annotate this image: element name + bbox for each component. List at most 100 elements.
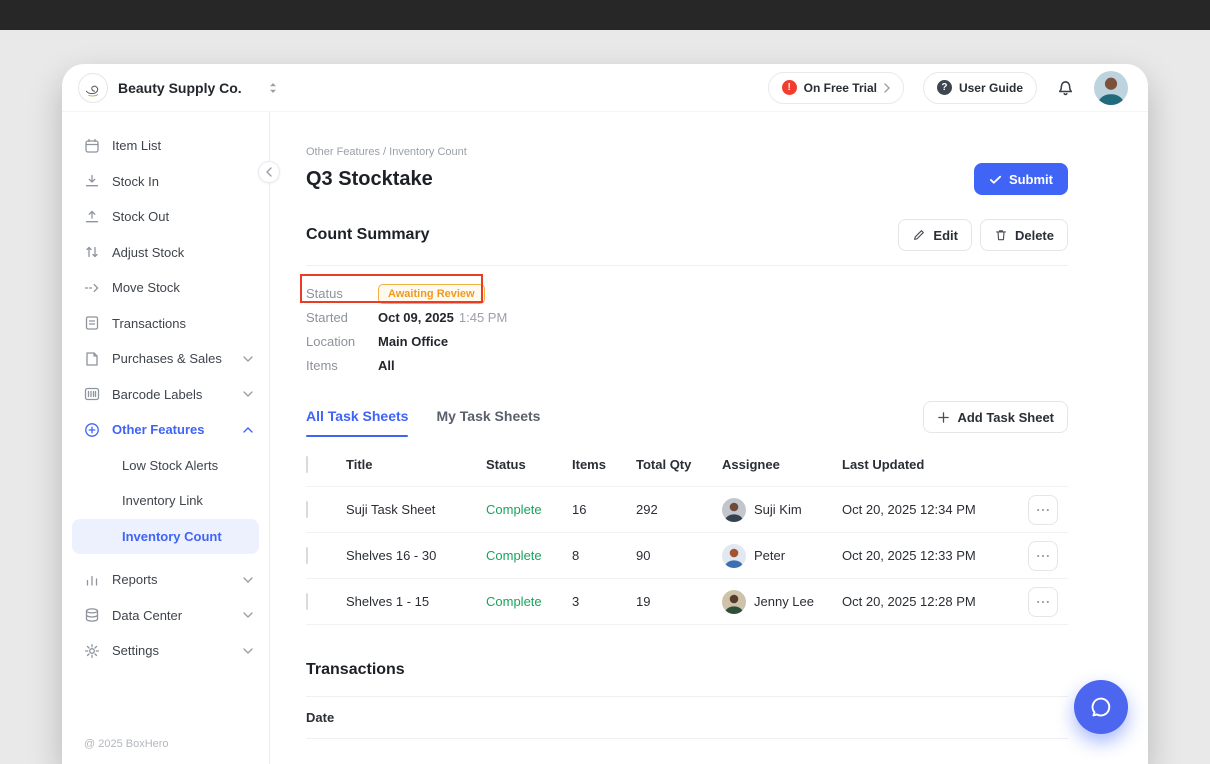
assignee-name: Peter: [754, 548, 785, 563]
header-actions: ! On Free Trial ? User Guide: [768, 71, 1128, 105]
column-header-status: Status: [486, 457, 572, 472]
chevron-up-icon: [243, 427, 253, 433]
row-menu-button[interactable]: [1028, 495, 1058, 525]
location-label: Location: [306, 334, 378, 349]
chevron-down-icon: [243, 612, 253, 618]
edit-button[interactable]: Edit: [898, 219, 972, 251]
move-stock-icon: [84, 280, 100, 296]
cell-total-qty: 292: [636, 502, 722, 517]
question-icon: ?: [937, 80, 952, 95]
plus-icon: [937, 411, 950, 424]
sidebar-item-inventory-count[interactable]: Inventory Count: [72, 519, 259, 555]
sidebar-item-low-stock-alerts[interactable]: Low Stock Alerts: [62, 448, 269, 484]
sidebar-item-label: Transactions: [112, 316, 186, 331]
company-name[interactable]: Beauty Supply Co.: [118, 80, 242, 96]
app-window: Beauty Supply Co. ! On Free Trial ? User…: [62, 64, 1148, 764]
purchases-sales-icon: [84, 351, 100, 367]
delete-label: Delete: [1015, 228, 1054, 243]
sidebar-item-reports[interactable]: Reports: [62, 562, 269, 598]
column-header-total-qty: Total Qty: [636, 457, 722, 472]
cell-items: 16: [572, 502, 636, 517]
sidebar-item-label: Adjust Stock: [112, 245, 184, 260]
tab-all-task-sheets[interactable]: All Task Sheets: [306, 408, 408, 426]
sidebar-item-label: Reports: [112, 572, 158, 587]
sidebar-item-label: Purchases & Sales: [112, 351, 222, 366]
ellipsis-icon: [1036, 600, 1050, 604]
row-menu-button[interactable]: [1028, 587, 1058, 617]
chat-bubble-icon: [1088, 694, 1114, 720]
cell-last-updated: Oct 20, 2025 12:33 PM: [842, 548, 1028, 563]
row-checkbox[interactable]: [306, 501, 308, 518]
row-checkbox[interactable]: [306, 593, 308, 610]
sidebar-item-purchases-sales[interactable]: Purchases & Sales: [62, 341, 269, 377]
chevron-down-icon: [243, 577, 253, 583]
sidebar-item-stock-out[interactable]: Stock Out: [62, 199, 269, 235]
assignee-avatar: [722, 544, 746, 568]
user-guide-button[interactable]: ? User Guide: [923, 72, 1037, 104]
free-trial-button[interactable]: ! On Free Trial: [768, 72, 904, 104]
table-row[interactable]: Suji Task Sheet Complete 16 292 Suji Kim…: [306, 487, 1068, 533]
assignee-avatar: [722, 590, 746, 614]
assignee-avatar: [722, 498, 746, 522]
sidebar-item-label: Item List: [112, 138, 161, 153]
workspace-switch-icon[interactable]: [268, 81, 278, 95]
sidebar-item-data-center[interactable]: Data Center: [62, 598, 269, 634]
sidebar-item-label: Settings: [112, 643, 159, 658]
sidebar-item-other-features[interactable]: Other Features: [62, 412, 269, 448]
transactions-date-header: Date: [306, 697, 1068, 739]
started-date: Oct 09, 2025: [378, 310, 454, 325]
submit-button[interactable]: Submit: [974, 163, 1068, 195]
sidebar-item-inventory-link[interactable]: Inventory Link: [62, 483, 269, 519]
started-time: 1:45 PM: [459, 310, 507, 325]
sidebar-item-barcode-labels[interactable]: Barcode Labels: [62, 377, 269, 413]
assignee-name: Jenny Lee: [754, 594, 814, 609]
sidebar-item-move-stock[interactable]: Move Stock: [62, 270, 269, 306]
chevron-down-icon: [243, 356, 253, 362]
table-row[interactable]: Shelves 1 - 15 Complete 3 19 Jenny Lee O…: [306, 579, 1068, 625]
sidebar-item-transactions[interactable]: Transactions: [62, 306, 269, 342]
reports-icon: [84, 572, 100, 588]
add-task-sheet-button[interactable]: Add Task Sheet: [923, 401, 1068, 433]
assignee-name: Suji Kim: [754, 502, 802, 517]
items-label: Items: [306, 358, 378, 373]
data-center-icon: [84, 607, 100, 623]
task-sheet-tabs: All Task Sheets My Task Sheets: [306, 408, 540, 426]
chevron-right-icon: [884, 83, 890, 93]
user-avatar[interactable]: [1094, 71, 1128, 105]
cell-title: Shelves 16 - 30: [346, 548, 486, 563]
add-task-sheet-label: Add Task Sheet: [957, 410, 1054, 425]
chevron-down-icon: [243, 391, 253, 397]
row-checkbox[interactable]: [306, 547, 308, 564]
sidebar-item-label: Barcode Labels: [112, 387, 202, 402]
pencil-icon: [912, 228, 926, 242]
sidebar-item-item-list[interactable]: Item List: [62, 128, 269, 164]
select-all-checkbox[interactable]: [306, 456, 308, 473]
copyright-text: @ 2025 BoxHero: [62, 738, 269, 764]
transactions-icon: [84, 315, 100, 331]
other-features-icon: [84, 422, 100, 438]
chevron-down-icon: [243, 648, 253, 654]
sidebar-item-stock-in[interactable]: Stock In: [62, 164, 269, 200]
adjust-stock-icon: [84, 244, 100, 260]
cell-total-qty: 19: [636, 594, 722, 609]
stock-in-icon: [84, 173, 100, 189]
tab-my-task-sheets[interactable]: My Task Sheets: [436, 408, 540, 426]
trial-alert-icon: !: [782, 80, 797, 95]
table-row[interactable]: Shelves 16 - 30 Complete 8 90 Peter Oct …: [306, 533, 1068, 579]
settings-gear-icon: [84, 643, 100, 659]
edit-label: Edit: [933, 228, 958, 243]
chat-support-button[interactable]: [1074, 680, 1128, 734]
task-sheet-table: Title Status Items Total Qty Assignee La…: [306, 443, 1068, 625]
ellipsis-icon: [1036, 508, 1050, 512]
sidebar-collapse-button[interactable]: [258, 161, 280, 183]
status-badge: Awaiting Review: [378, 284, 485, 304]
delete-button[interactable]: Delete: [980, 219, 1068, 251]
column-header-last-updated: Last Updated: [842, 457, 1028, 472]
sidebar-item-settings[interactable]: Settings: [62, 633, 269, 669]
app-header: Beauty Supply Co. ! On Free Trial ? User…: [62, 64, 1148, 112]
sidebar-item-adjust-stock[interactable]: Adjust Stock: [62, 235, 269, 271]
user-guide-label: User Guide: [959, 81, 1023, 95]
row-menu-button[interactable]: [1028, 541, 1058, 571]
notifications-bell-icon[interactable]: [1056, 78, 1075, 97]
sidebar-item-label: Other Features: [112, 422, 204, 437]
